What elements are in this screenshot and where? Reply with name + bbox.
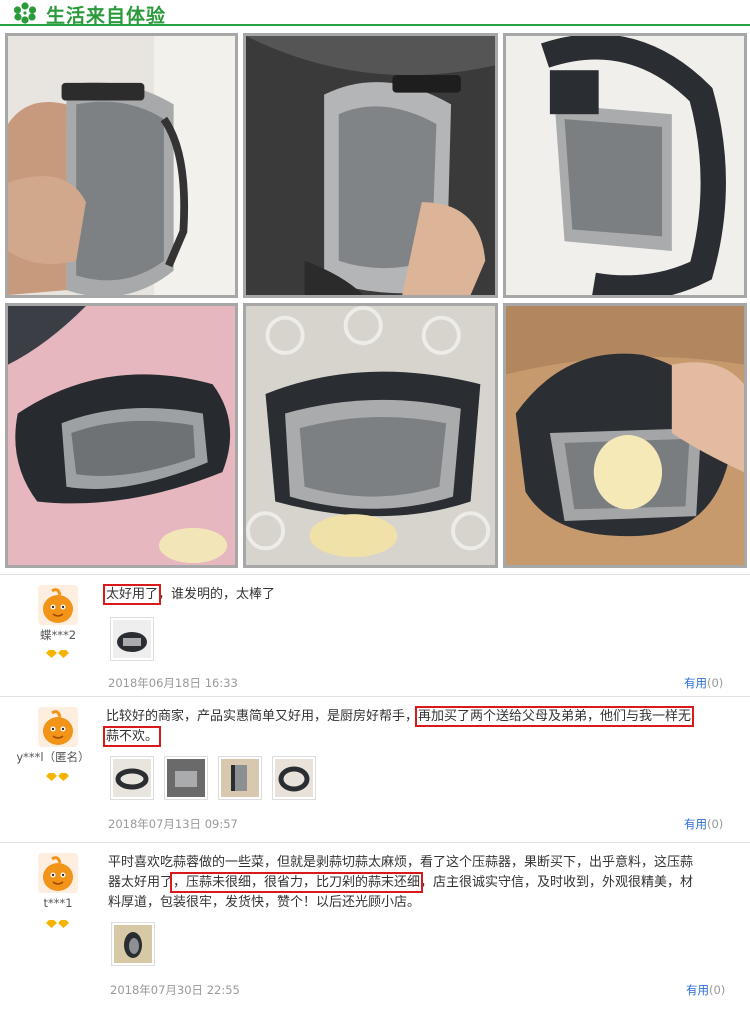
useful-button[interactable]: 有用(0) <box>684 675 723 691</box>
garlic-press-image <box>506 36 744 295</box>
garlic-press-image <box>113 759 151 797</box>
user-avatar[interactable] <box>38 585 78 625</box>
garlic-press-photo-2[interactable] <box>243 33 498 298</box>
section-header: 生活来自体验 <box>0 0 750 27</box>
garlic-press-image <box>246 306 495 565</box>
user-level-badge <box>46 770 70 784</box>
garlic-press-image <box>167 759 205 797</box>
review-highlight: ，压蒜未很细，很省力，比刀剁的蒜末还细 <box>170 872 424 893</box>
review-date: 2018年07月30日 22:55 <box>110 983 240 997</box>
garlic-press-image <box>221 759 259 797</box>
diamond-icon <box>46 920 69 928</box>
garlic-press-photo-1[interactable] <box>5 33 238 298</box>
garlic-press-photo-5[interactable] <box>243 303 498 568</box>
flower-icon <box>13 2 37 24</box>
review-text: 平时喜欢吃蒜蓉做的一些菜，但就是剥蒜切蒜太麻烦，看了这个压蒜器，果断买下，出乎意… <box>108 855 694 910</box>
review-highlight: 太好用了 <box>102 584 162 605</box>
review-thumbnail[interactable] <box>110 756 154 800</box>
orange-mascot-icon <box>38 853 78 893</box>
diamond-icon <box>46 773 69 781</box>
user-avatar[interactable] <box>38 707 78 747</box>
garlic-press-photo-6[interactable] <box>503 303 747 568</box>
review-divider <box>0 574 750 575</box>
garlic-press-image <box>8 36 235 295</box>
review-text: 比较好的商家，产品实惠简单又好用，是厨房好帮手，再加买了两个送给父母及弟弟，他们… <box>102 706 695 747</box>
review-divider <box>0 696 750 697</box>
review-divider <box>0 842 750 843</box>
useful-button[interactable]: 有用(0) <box>686 982 725 998</box>
review-username[interactable]: 蝶***2 <box>13 627 103 643</box>
review-date: 2018年07月13日 09:57 <box>108 817 238 831</box>
user-level-badge <box>46 647 70 661</box>
useful-button[interactable]: 有用(0) <box>684 816 723 832</box>
review-username[interactable]: t***1 <box>13 896 103 910</box>
orange-mascot-icon <box>38 585 78 625</box>
diamond-icon <box>46 650 69 658</box>
garlic-press-image <box>8 306 235 565</box>
garlic-press-image <box>114 925 152 963</box>
garlic-press-image <box>246 36 495 295</box>
review-thumbnail[interactable] <box>111 922 155 966</box>
orange-mascot-icon <box>38 707 78 747</box>
review-thumbnail[interactable] <box>164 756 208 800</box>
garlic-press-photo-4[interactable] <box>5 303 238 568</box>
review-thumbnail[interactable] <box>218 756 262 800</box>
garlic-press-image <box>113 620 151 658</box>
review-highlight: 蒜不欢。 <box>102 726 162 747</box>
review-highlight: 再加买了两个送给父母及弟弟，他们与我一样无 <box>415 706 695 727</box>
user-avatar[interactable] <box>38 853 78 893</box>
garlic-press-photo-3[interactable] <box>503 33 747 298</box>
review-thumbnail[interactable] <box>110 617 154 661</box>
review-date: 2018年06月18日 16:33 <box>108 676 238 690</box>
review-username[interactable]: y***l（匿名） <box>8 749 98 765</box>
review-thumbnail[interactable] <box>272 756 316 800</box>
garlic-press-image <box>506 306 744 565</box>
user-level-badge <box>46 917 70 931</box>
section-title: 生活来自体验 <box>46 5 167 27</box>
review-text: 太好用了，谁发明的，太棒了 <box>102 584 276 605</box>
garlic-press-image <box>275 759 313 797</box>
